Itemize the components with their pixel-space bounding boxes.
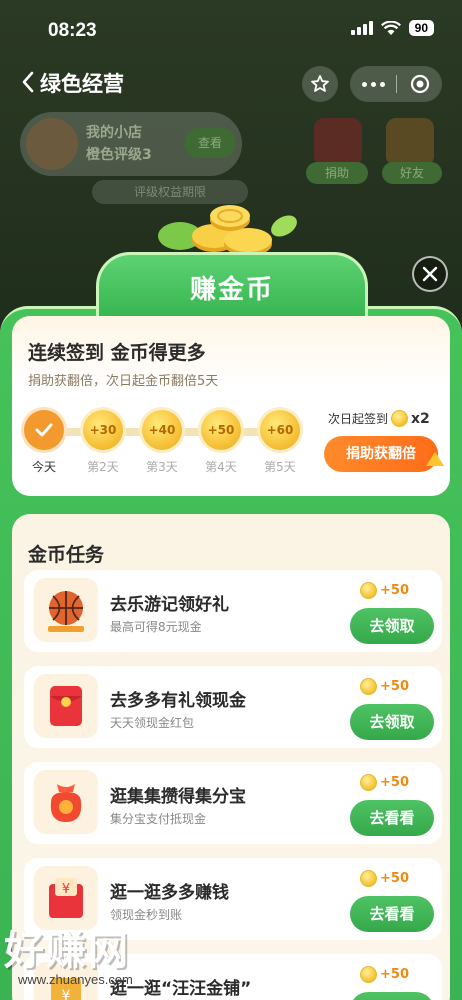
arrow-up-icon xyxy=(426,452,444,466)
task-name: 去多多有礼领现金 xyxy=(110,691,246,711)
multiplier: x2 xyxy=(411,410,430,427)
watermark-url: www.zhuanyes.com xyxy=(18,972,133,987)
coin-icon xyxy=(360,966,377,983)
task-reward: +50 xyxy=(360,774,409,791)
task-desc: 天天领现金红包 xyxy=(110,716,195,730)
back-icon[interactable] xyxy=(14,68,42,96)
task-reward: +50 xyxy=(360,966,409,983)
checkin-day-1: 今天 xyxy=(24,410,64,475)
task-item: 去多多有礼领现金 天天领现金红包 +50 去领取 xyxy=(24,666,442,748)
coin-icon xyxy=(391,410,409,427)
wifi-icon xyxy=(380,20,401,35)
coin-value: +40 xyxy=(142,410,182,450)
task-name: 去乐游记领好礼 xyxy=(110,595,229,615)
next-day-bonus: 次日起签到 x2 xyxy=(328,410,430,427)
battery-indicator: 90 xyxy=(408,20,434,36)
donate-double-label: 捐助获翻倍 xyxy=(346,446,416,462)
checkin-day-3: +40 第3天 xyxy=(142,410,182,475)
checkin-day-5: +60 第5天 xyxy=(260,410,300,475)
task-action-button[interactable]: 去看看 xyxy=(350,800,434,836)
checkin-day-4: +50 第4天 xyxy=(201,410,241,475)
signal-icon xyxy=(350,21,373,35)
svg-text:¥: ¥ xyxy=(62,882,70,897)
watermark-logo: 好赚网 xyxy=(4,928,130,974)
checkin-day-label: 今天 xyxy=(31,460,56,474)
checkin-card: 连续签到 金币得更多 捐助获翻倍，次日起金币翻倍5天 今天 +30 第2天 +4… xyxy=(12,316,450,496)
donate-double-button[interactable]: 捐助获翻倍 xyxy=(324,436,444,472)
lucky-bag-icon xyxy=(34,770,98,834)
coin-pile-icon xyxy=(158,205,297,256)
store-view-button: 查看 xyxy=(184,128,236,158)
task-reward: +50 xyxy=(360,582,409,599)
heart-icon xyxy=(314,118,362,166)
checkmark-icon xyxy=(24,410,64,450)
close-modal-button[interactable] xyxy=(412,256,448,292)
checkin-subtitle: 捐助获翻倍，次日起金币翻倍5天 xyxy=(28,374,219,389)
task-item: 去乐游记领好礼 最高可得8元现金 +50 去领取 xyxy=(24,570,442,652)
gift-icon xyxy=(386,118,434,166)
modal-header-tab: 赚金币 xyxy=(96,252,368,324)
task-action-button[interactable]: 去领取 xyxy=(350,608,434,644)
coin-icon xyxy=(360,678,377,695)
status-icons: 90 xyxy=(350,20,434,36)
task-reward-value: +50 xyxy=(380,871,409,886)
task-action-button[interactable] xyxy=(350,992,434,1000)
close-program-icon[interactable] xyxy=(397,74,442,94)
task-name: 逛集集攒得集分宝 xyxy=(110,787,246,807)
task-reward-value: +50 xyxy=(380,679,409,694)
next-day-text: 次日起签到 xyxy=(328,412,389,426)
status-time: 08:23 xyxy=(48,20,97,41)
page-title: 绿色经营 xyxy=(40,72,124,96)
more-icon[interactable] xyxy=(350,81,396,87)
task-reward: +50 xyxy=(360,870,409,887)
checkin-day-label: 第5天 xyxy=(264,460,296,474)
status-bar: 08:23 90 xyxy=(0,0,462,60)
checkin-day-label: 第3天 xyxy=(146,460,178,474)
task-item: 逛集集攒得集分宝 集分宝支付抵现金 +50 去看看 xyxy=(24,762,442,844)
donate-chip: 捐助 xyxy=(306,162,368,184)
task-action-button[interactable]: 去领取 xyxy=(350,704,434,740)
store-avatar xyxy=(26,118,78,170)
store-level: 橙色评级3 xyxy=(86,147,152,163)
modal-title: 赚金币 xyxy=(189,275,274,305)
coin-value: +60 xyxy=(260,410,300,450)
task-reward-value: +50 xyxy=(380,775,409,790)
store-card: 我的小店 橙色评级3 查看 xyxy=(20,112,242,176)
basketball-icon xyxy=(34,578,98,642)
watermark: 好赚网 www.zhuanyes.com xyxy=(4,918,194,992)
coin-value: +50 xyxy=(201,410,241,450)
task-desc: 最高可得8元现金 xyxy=(110,620,202,634)
checkin-day-label: 第2天 xyxy=(87,460,119,474)
coin-icon xyxy=(360,582,377,599)
friends-chip: 好友 xyxy=(382,162,442,184)
store-name: 我的小店 xyxy=(86,125,142,141)
task-name: 逛一逛多多赚钱 xyxy=(110,883,229,903)
checkin-day-label: 第4天 xyxy=(205,460,237,474)
red-envelope-icon xyxy=(34,674,98,738)
checkin-title: 连续签到 金币得更多 xyxy=(28,342,206,364)
coin-value: +30 xyxy=(83,410,123,450)
checkin-day-2: +30 第2天 xyxy=(83,410,123,475)
mini-program-capsule xyxy=(350,66,442,102)
task-reward: +50 xyxy=(360,678,409,695)
coin-icon xyxy=(360,774,377,791)
task-reward-value: +50 xyxy=(380,583,409,598)
favorite-button[interactable] xyxy=(302,66,338,102)
coin-icon xyxy=(360,870,377,887)
task-desc: 集分宝支付抵现金 xyxy=(110,812,207,826)
nav-bar: 绿色经营 xyxy=(0,60,462,106)
tasks-title: 金币任务 xyxy=(28,544,105,566)
star-icon xyxy=(311,75,329,92)
task-reward-value: +50 xyxy=(380,967,409,982)
close-icon xyxy=(422,266,438,282)
task-action-button[interactable]: 去看看 xyxy=(350,896,434,932)
